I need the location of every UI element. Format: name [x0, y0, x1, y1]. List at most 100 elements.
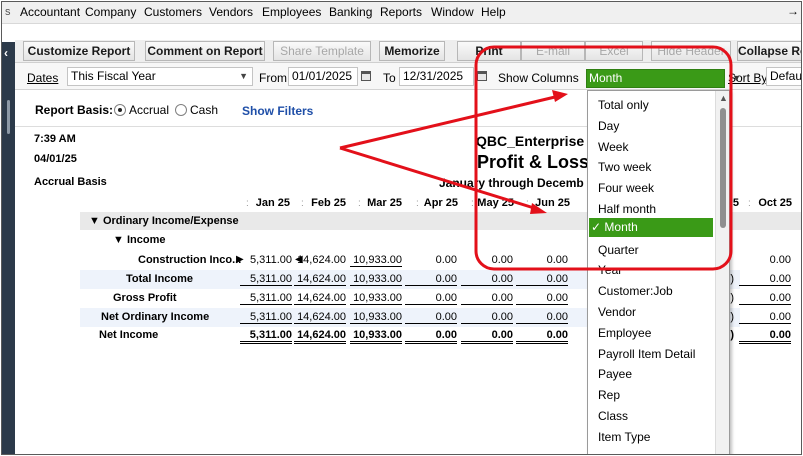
amount-cell[interactable]: 5,311.00	[240, 329, 292, 344]
amount-cell[interactable]: 0.00	[405, 254, 457, 266]
dropdown-scrollbar[interactable]: ▲	[715, 91, 729, 454]
dropdown-option[interactable]: Payroll Item Detail	[598, 347, 695, 361]
amount-cell[interactable]: 0.00	[461, 311, 513, 324]
dropdown-option[interactable]: Day	[598, 119, 619, 133]
cash-radio[interactable]	[175, 104, 187, 116]
collapse-triangle-icon[interactable]: ▼	[89, 215, 100, 227]
amount-cell[interactable]: 0.00	[739, 254, 791, 266]
dates-select[interactable]: This Fiscal Year ▼	[67, 67, 253, 86]
dropdown-option[interactable]: Total only	[598, 98, 649, 112]
column-divider[interactable]: :	[471, 198, 474, 209]
column-header[interactable]: Jan 25	[254, 197, 290, 209]
collapse-triangle-icon[interactable]: ▼	[113, 234, 124, 246]
menu-company[interactable]: Company	[85, 5, 136, 19]
column-divider[interactable]: :	[358, 198, 361, 209]
show-columns-select[interactable]: Month ▼	[586, 69, 741, 88]
column-header[interactable]: 5	[731, 197, 739, 209]
amount-cell[interactable]: 10,933.00	[350, 292, 402, 305]
amount-cell[interactable]: 14,624.00	[294, 329, 346, 344]
amount-cell[interactable]: 5,311.00	[240, 254, 292, 266]
amount-cell[interactable]: 10,933.00	[350, 273, 402, 286]
amount-cell[interactable]: 0.00	[516, 329, 568, 344]
column-header[interactable]: Jun 25	[532, 197, 570, 209]
column-header[interactable]: Apr 25	[420, 197, 458, 209]
amount-cell[interactable]: 5,311.00	[240, 273, 292, 286]
menu-accountant[interactable]: Accountant	[20, 5, 80, 19]
comment-on-report-button[interactable]: Comment on Report	[145, 41, 265, 61]
amount-cell[interactable]: 0.00	[739, 273, 791, 286]
amount-cell[interactable]: 0.00	[405, 329, 457, 344]
calendar-icon[interactable]	[361, 71, 371, 81]
menu-employees[interactable]: Employees	[262, 5, 321, 19]
amount-cell[interactable]: 0.00	[739, 311, 791, 324]
amount-cell[interactable]: 0.00	[461, 329, 513, 344]
left-strip-scroll-thumb[interactable]	[7, 100, 10, 134]
income-row-label[interactable]: ▼ Income	[113, 234, 165, 246]
amount-cell[interactable]: 0.00	[516, 254, 568, 266]
menu-help[interactable]: Help	[481, 5, 506, 19]
amount-cell[interactable]: 10,933.00	[350, 311, 402, 324]
chevron-down-icon[interactable]: ▼	[732, 70, 741, 87]
share-template-button[interactable]: Share Template	[273, 41, 371, 61]
dropdown-option[interactable]: Rep	[598, 388, 620, 402]
amount-cell[interactable]: 0.00	[739, 292, 791, 305]
amount-cell[interactable]: 14,624.00	[294, 273, 346, 286]
amount-cell[interactable]: 5,311.00	[240, 311, 292, 324]
dropdown-option[interactable]: Item Type	[598, 430, 650, 444]
column-header[interactable]: Mar 25	[364, 197, 402, 209]
dropdown-option[interactable]: Payee	[598, 367, 632, 381]
amount-cell[interactable]: 0.00	[461, 292, 513, 305]
amount-cell[interactable]: 10,933.00	[350, 254, 402, 267]
collapse-rows-button[interactable]: Collapse Ro	[737, 41, 801, 61]
column-divider[interactable]: :	[416, 198, 419, 209]
column-header[interactable]: Feb 25	[308, 197, 346, 209]
hide-header-button[interactable]: Hide Header	[651, 41, 731, 61]
dropdown-option[interactable]: Year	[598, 263, 622, 277]
ordinary-income-row-label[interactable]: ▼ Ordinary Income/Expense	[89, 215, 239, 227]
dropdown-option[interactable]: Quarter	[598, 243, 639, 257]
dropdown-scroll-thumb[interactable]	[720, 108, 726, 228]
sort-by-select[interactable]: Defaul	[766, 67, 801, 86]
amount-cell[interactable]: 14,624.00	[294, 311, 346, 324]
column-header[interactable]: Oct 25	[754, 197, 792, 209]
amount-cell[interactable]: 14,624.00	[294, 292, 346, 305]
dropdown-option-selected[interactable]: ✓ Month	[589, 218, 713, 237]
amount-cell[interactable]: 5,311.00	[240, 292, 292, 305]
calendar-icon[interactable]	[477, 71, 487, 81]
column-divider[interactable]: :	[246, 198, 249, 209]
column-divider[interactable]: :	[748, 198, 751, 209]
show-filters-link[interactable]: Show Filters	[242, 104, 313, 118]
to-date-field[interactable]: 12/31/2025	[399, 67, 474, 86]
dropdown-option[interactable]: Class	[598, 409, 628, 423]
collapse-left-icon[interactable]: ‹	[4, 46, 8, 60]
amount-cell[interactable]: 0.00	[405, 292, 457, 305]
menu-reports[interactable]: Reports	[380, 5, 422, 19]
amount-cell[interactable]: 14,624.00	[294, 254, 346, 266]
menu-customers[interactable]: Customers	[144, 5, 202, 19]
menu-vendors[interactable]: Vendors	[209, 5, 253, 19]
email-button[interactable]: E-mail	[521, 41, 585, 61]
dropdown-option[interactable]: Two week	[598, 160, 651, 174]
dropdown-option[interactable]: Half month	[598, 202, 656, 216]
accrual-radio[interactable]	[114, 104, 126, 116]
construction-income-label[interactable]: Construction Inco...	[138, 254, 241, 266]
dropdown-option[interactable]: Customer:Job	[598, 284, 673, 298]
print-button[interactable]: Print	[457, 41, 521, 61]
amount-cell[interactable]: 0.00	[516, 292, 568, 305]
scroll-up-icon[interactable]: ▲	[719, 93, 728, 103]
excel-button[interactable]: Excel	[585, 41, 643, 61]
memorize-button[interactable]: Memorize	[379, 41, 445, 61]
dropdown-option[interactable]: Four week	[598, 181, 654, 195]
amount-cell[interactable]: 0.00	[739, 329, 791, 344]
menu-banking[interactable]: Banking	[329, 5, 372, 19]
dropdown-option[interactable]: Vendor	[598, 305, 636, 319]
pin-arrow-icon[interactable]: →	[787, 4, 799, 18]
amount-cell[interactable]: 0.00	[405, 273, 457, 286]
amount-cell[interactable]: 0.00	[461, 254, 513, 266]
menu-window[interactable]: Window	[431, 5, 474, 19]
customize-report-button[interactable]: Customize Report	[23, 41, 135, 61]
dropdown-option[interactable]: Employee	[598, 326, 651, 340]
amount-cell[interactable]: 0.00	[516, 273, 568, 286]
amount-cell[interactable]: 0.00	[405, 311, 457, 324]
from-date-field[interactable]: 01/01/2025	[288, 67, 358, 86]
